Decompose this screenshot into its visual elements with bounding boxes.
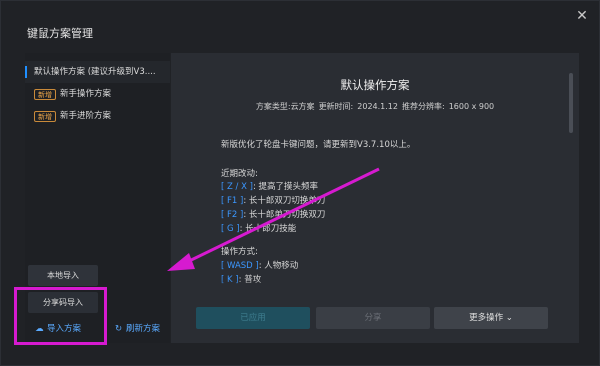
scheme-item-novice[interactable]: 新增 新手操作方案 <box>25 83 170 105</box>
key-label: [ F1 ] <box>221 196 244 206</box>
resolution-value: 1600 x 900 <box>448 102 495 111</box>
change-line: [ F2 ]: 长十郎单刀切换双刀 <box>221 208 325 220</box>
change-line: [ F1 ]: 长十郎双刀切换单刀 <box>221 194 325 206</box>
refresh-icon: ↻ <box>114 324 123 334</box>
change-line: [ Z / X ]: 提高了摸头频率 <box>221 180 318 192</box>
key-label: [ G ] <box>221 224 240 234</box>
scheme-manager-dialog: 键鼠方案管理 ✕ 默认操作方案 (建议升级到V3.... 新增 新手操作方案 新… <box>0 0 600 366</box>
scheme-item-label: 新手进阶方案 <box>60 111 112 121</box>
new-badge: 新增 <box>34 89 56 100</box>
recent-heading: 近期改动: <box>221 169 258 179</box>
scheme-item-default[interactable]: 默认操作方案 (建议升级到V3.... <box>25 61 170 83</box>
notice-text: 新版优化了轮盘卡键问题，请更新到V3.7.10以上。 <box>221 140 416 150</box>
op-text: : 人物移动 <box>258 261 299 271</box>
dialog-title: 键鼠方案管理 <box>27 27 93 40</box>
local-import-button[interactable]: 本地导入 <box>28 265 98 286</box>
change-text: : 提高了摸头频率 <box>252 182 319 192</box>
annotation-highlight-box <box>14 287 107 345</box>
share-button[interactable]: 分享 <box>316 307 430 329</box>
updated-label: 更新时间: <box>318 102 354 111</box>
plan-title: 默认操作方案 <box>340 78 410 92</box>
type-label: 方案类型: <box>255 102 291 111</box>
close-icon[interactable]: ✕ <box>573 7 591 25</box>
change-text: : 长十郎刀技能 <box>239 224 297 234</box>
scheme-item-label: 默认操作方案 (建议升级到V3.... <box>34 67 156 77</box>
more-actions-button[interactable]: 更多操作 ⌄ <box>434 307 548 329</box>
change-text: : 长十郎单刀切换双刀 <box>243 210 326 220</box>
updated-value: 2024.1.12 <box>357 102 398 111</box>
plan-description: 新版优化了轮盘卡键问题，请更新到V3.7.10以上。 近期改动: [ Z / X… <box>221 133 561 293</box>
chevron-down-icon: ⌄ <box>503 313 513 323</box>
key-label: [ WASD ] <box>221 261 259 271</box>
op-line: [ WASD ]: 人物移动 <box>221 259 298 271</box>
key-label: [ Z / X ] <box>221 182 253 192</box>
change-text: : 长十郎双刀切换单刀 <box>243 196 326 206</box>
scheme-item-label: 新手操作方案 <box>60 89 112 99</box>
scheme-item-novice-advanced[interactable]: 新增 新手进阶方案 <box>25 105 170 127</box>
more-actions-label: 更多操作 <box>469 313 504 323</box>
key-label: [ F2 ] <box>221 210 244 220</box>
change-line: [ G ]: 长十郎刀技能 <box>221 222 296 234</box>
plan-meta: 方案类型:云方案 更新时间: 2024.1.12 推荐分辨率: 1600 x 900 <box>171 101 579 112</box>
content-fade <box>221 279 521 293</box>
resolution-label: 推荐分辨率: <box>401 102 445 111</box>
active-indicator <box>25 66 27 78</box>
scheme-detail-panel: 默认操作方案 方案类型:云方案 更新时间: 2024.1.12 推荐分辨率: 1600 … <box>171 53 579 343</box>
ops-heading: 操作方式: <box>221 247 258 257</box>
scrollbar-thumb[interactable] <box>569 73 573 133</box>
refresh-plan-label: 刷新方案 <box>126 324 161 334</box>
new-badge: 新增 <box>34 111 56 122</box>
applied-button[interactable]: 已应用 <box>196 307 310 329</box>
refresh-plan-button[interactable]: ↻ 刷新方案 <box>113 322 173 336</box>
type-value: 云方案 <box>290 102 315 111</box>
